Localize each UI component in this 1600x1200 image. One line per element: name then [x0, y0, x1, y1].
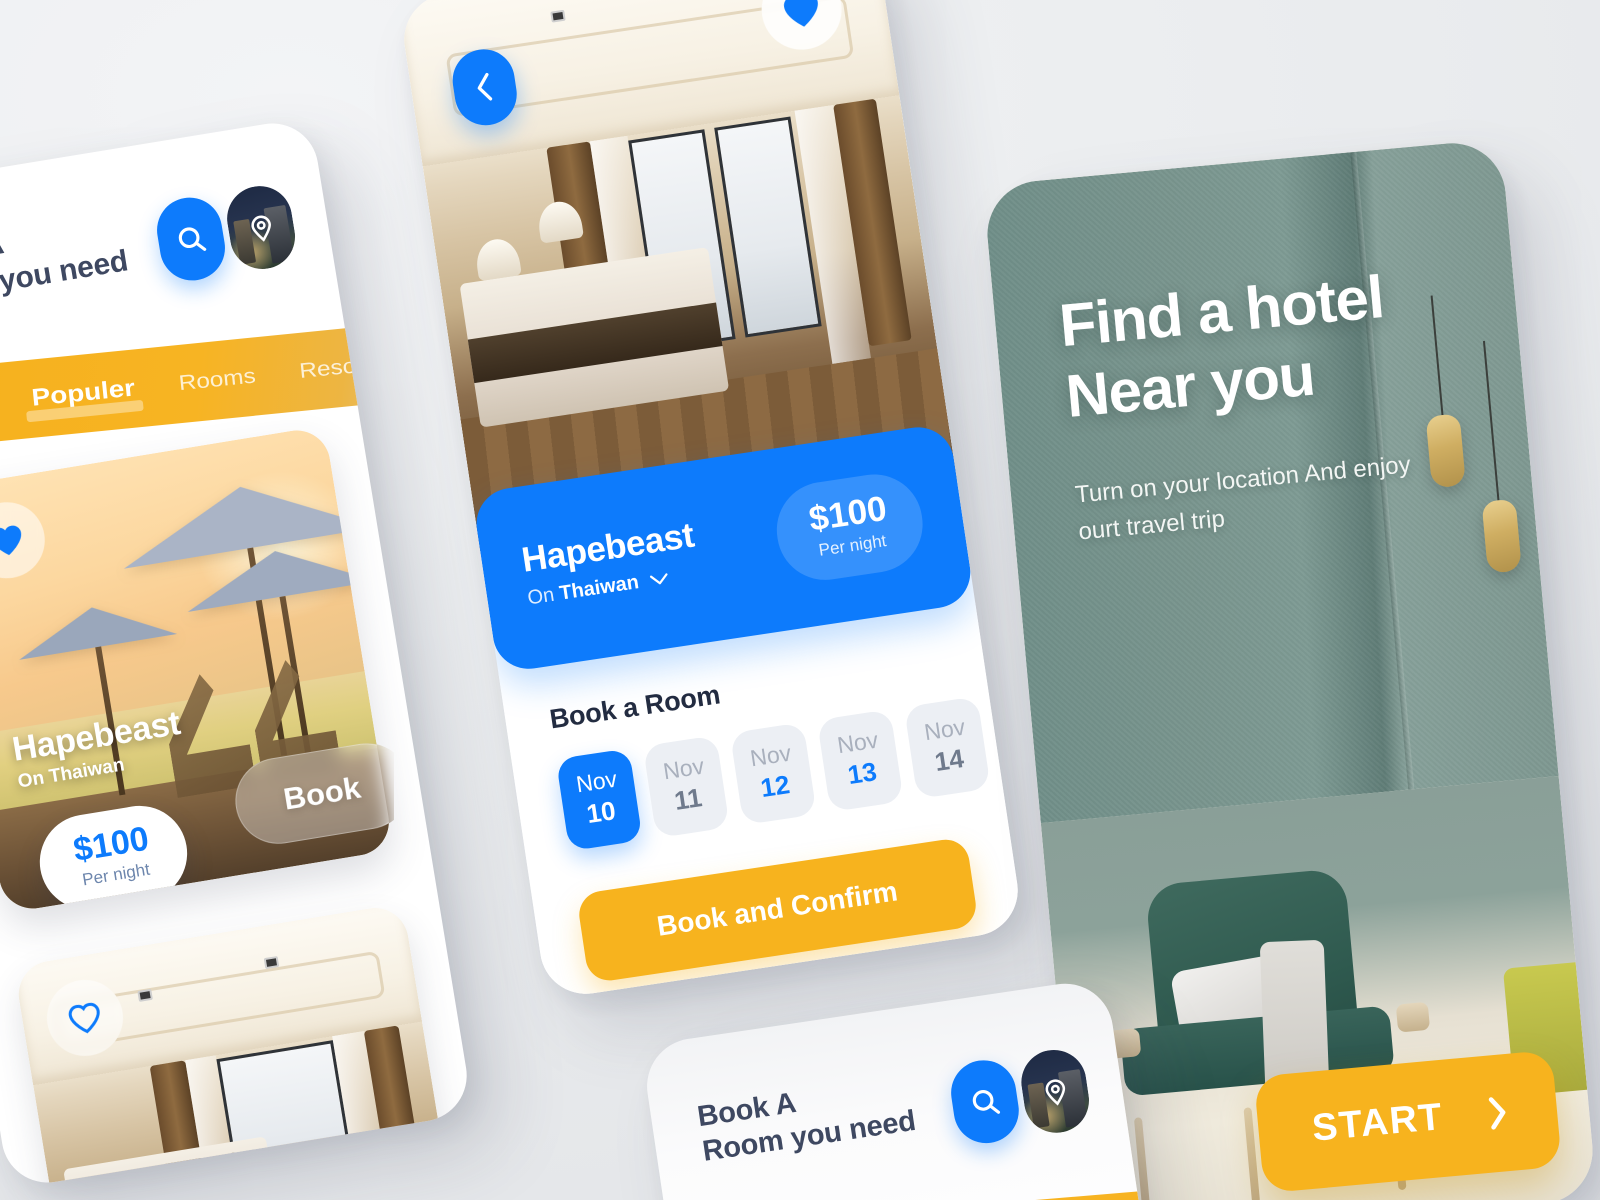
list-header-secondary: Book A Room you need: [641, 977, 1127, 1191]
tab-resorts[interactable]: Resorts: [296, 348, 387, 389]
phone-screen-hotel-list: Book A Room you need: [0, 116, 474, 1190]
avatar[interactable]: [1016, 1045, 1094, 1138]
favorite-button[interactable]: [0, 496, 51, 584]
heart-filled-icon: [779, 0, 824, 31]
header-actions: [152, 181, 300, 286]
search-icon: [966, 1082, 1005, 1121]
category-tabbar-partial: [668, 1184, 1150, 1200]
date-chip[interactable]: Nov 11: [642, 735, 730, 839]
chevron-down-icon: [649, 571, 671, 587]
list-body: Hapebeast On Thaiwan $100 Per night Book: [0, 380, 474, 1190]
onboarding-copy: Find a hotel Near you Turn on your locat…: [983, 139, 1535, 557]
date-day: 11: [672, 782, 704, 817]
avatar[interactable]: [222, 181, 300, 274]
heart-outline-icon: [64, 998, 105, 1037]
phone-screen-hotel-detail: Hapebeast On Thaiwan $100 Per night Book…: [398, 0, 1024, 1001]
date-day: 10: [584, 795, 618, 830]
date-chip[interactable]: Nov 15: [990, 683, 1024, 787]
hotel-card[interactable]: [13, 903, 468, 1190]
date-day: 15: [1019, 730, 1024, 765]
header-actions: [946, 1045, 1094, 1148]
date-day: 13: [845, 756, 879, 791]
date-month: Nov: [1009, 700, 1024, 733]
search-button[interactable]: [946, 1055, 1024, 1148]
detail-identity: Hapebeast On Thaiwan: [519, 516, 701, 611]
page-title: Book A Room you need: [695, 1087, 918, 1169]
location-pin-icon: [243, 209, 280, 246]
card-artwork-umbrella: [12, 594, 178, 796]
hotel-card[interactable]: Hapebeast On Thaiwan $100 Per night Book: [0, 425, 394, 914]
page-title: Book A Room you need: [0, 227, 131, 298]
onboarding-heading: Find a hotel Near you: [1056, 263, 1387, 430]
date-day: 14: [932, 743, 966, 778]
detail-price-value: $100: [806, 488, 890, 539]
showcase-canvas: Book A Room you need: [0, 0, 1600, 1200]
search-icon: [171, 220, 210, 259]
list-header: Book A Room you need: [0, 117, 333, 334]
start-button-label: START: [1310, 1095, 1445, 1150]
tab-populer[interactable]: Populer: [28, 370, 139, 417]
tab-rooms[interactable]: Rooms: [175, 360, 260, 400]
date-chip[interactable]: Nov 12: [729, 722, 817, 826]
chevron-left-icon: [470, 71, 500, 105]
onboarding-subtext: Turn on your location And enjoy ourt tra…: [1073, 450, 1412, 546]
location-pin-icon: [1037, 1073, 1073, 1109]
date-chip[interactable]: Nov 10: [555, 748, 643, 852]
search-button[interactable]: [152, 192, 230, 286]
heart-filled-icon: [0, 521, 27, 560]
phone-screen-hotel-list-secondary: Book A Room you need: [640, 977, 1150, 1200]
date-chip[interactable]: Nov 13: [816, 709, 904, 813]
detail-booking-section: Book a Room Nov 10 Nov 11 Nov 12 Nov 13: [498, 602, 1024, 1001]
detail-price-badge: $100 Per night: [770, 467, 930, 587]
chevron-right-icon: [1481, 1094, 1512, 1130]
onboarding-hero: Find a hotel Near you Turn on your locat…: [982, 138, 1559, 824]
date-chip[interactable]: Nov 14: [903, 696, 991, 800]
book-and-confirm-button[interactable]: Book and Confirm: [576, 836, 980, 984]
date-day: 12: [758, 769, 792, 804]
